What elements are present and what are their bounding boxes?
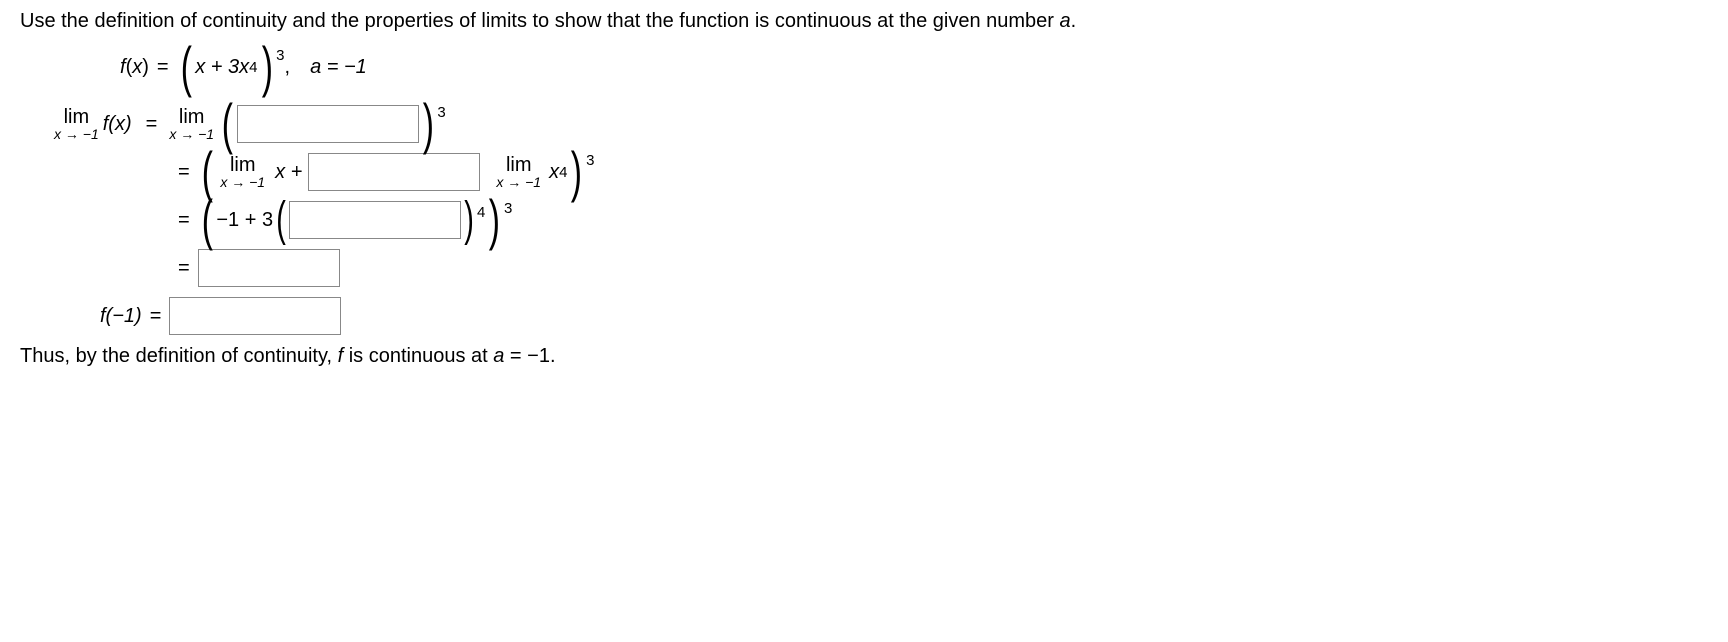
- lim-bot: x → −1: [54, 127, 99, 141]
- fdef-eq: =: [157, 56, 169, 79]
- line1-exp: 3: [437, 104, 445, 121]
- lhs-fx: f(x): [103, 113, 132, 136]
- line2-exp: 3: [586, 152, 594, 169]
- conclusion-text: Thus, by the definition of continuity, f…: [20, 345, 1708, 368]
- concl-t3: = −1.: [504, 345, 555, 367]
- line3-eq: =: [178, 209, 190, 232]
- line3-expr: −1 + 3: [216, 209, 273, 232]
- input-line5[interactable]: [169, 297, 341, 335]
- step-line-4: =: [170, 249, 1708, 287]
- fdef-comma: ,: [285, 56, 291, 79]
- lim-top: lim: [64, 107, 90, 127]
- input-line4[interactable]: [198, 249, 340, 287]
- line2-eq: =: [178, 161, 190, 184]
- fdef-rpar: ): [142, 56, 149, 79]
- lim-operator-lhs: lim x → −1: [54, 107, 99, 141]
- fdef-exp3: 3: [276, 47, 284, 64]
- instruction-text: Use the definition of continuity and the…: [20, 10, 1708, 33]
- concl-a: a: [493, 345, 504, 367]
- input-line1[interactable]: [237, 105, 419, 143]
- line5-eq: =: [150, 305, 162, 328]
- concl-t2: is continuous at: [343, 345, 493, 367]
- lim-top-2a: lim: [230, 155, 256, 175]
- lim-operator-2a: lim x → −1: [220, 155, 265, 189]
- lim-bot-2b: x → −1: [496, 175, 541, 189]
- lim-bot-2a: x → −1: [220, 175, 265, 189]
- line2-x4-x: x: [549, 161, 559, 184]
- fdef-x: x: [132, 56, 142, 79]
- line2-exp4: 4: [559, 164, 567, 181]
- function-definition: f(x) = ( x + 3x4 )3 , a = −1: [120, 39, 1708, 95]
- lim-operator-rhs-1: lim x → −1: [169, 107, 214, 141]
- line4-eq: =: [178, 257, 190, 280]
- line2-xplus: x +: [275, 161, 302, 184]
- lim-bot-1: x → −1: [169, 127, 214, 141]
- line5-lhs: f(−1): [100, 305, 142, 328]
- step-line-2: = ( lim x → −1 x + lim x → −1 x4 )3: [170, 153, 1708, 191]
- instruction-main: Use the definition of continuity and the…: [20, 10, 1060, 32]
- instruction-end: .: [1071, 10, 1077, 32]
- input-line2[interactable]: [308, 153, 480, 191]
- lim-top-2b: lim: [506, 155, 532, 175]
- line3-exp4: 4: [477, 204, 485, 221]
- line1-eq: =: [146, 113, 158, 136]
- fdef-a-eq: a = −1: [310, 56, 367, 79]
- lim-operator-2b: lim x → −1: [496, 155, 541, 189]
- step-line-5: f(−1) =: [100, 297, 1708, 335]
- fdef-exp4: 4: [249, 59, 257, 76]
- lim-top-1: lim: [179, 107, 205, 127]
- input-line3[interactable]: [289, 201, 461, 239]
- fdef-inner: x + 3x: [195, 56, 249, 79]
- line3-exp: 3: [504, 200, 512, 217]
- concl-t1: Thus, by the definition of continuity,: [20, 345, 338, 367]
- step-line-1: lim x → −1 f(x) = lim x → −1 ( )3: [50, 105, 1708, 143]
- instruction-a: a: [1060, 10, 1071, 32]
- step-line-3: = ( −1 + 3 ( )4 )3: [170, 201, 1708, 239]
